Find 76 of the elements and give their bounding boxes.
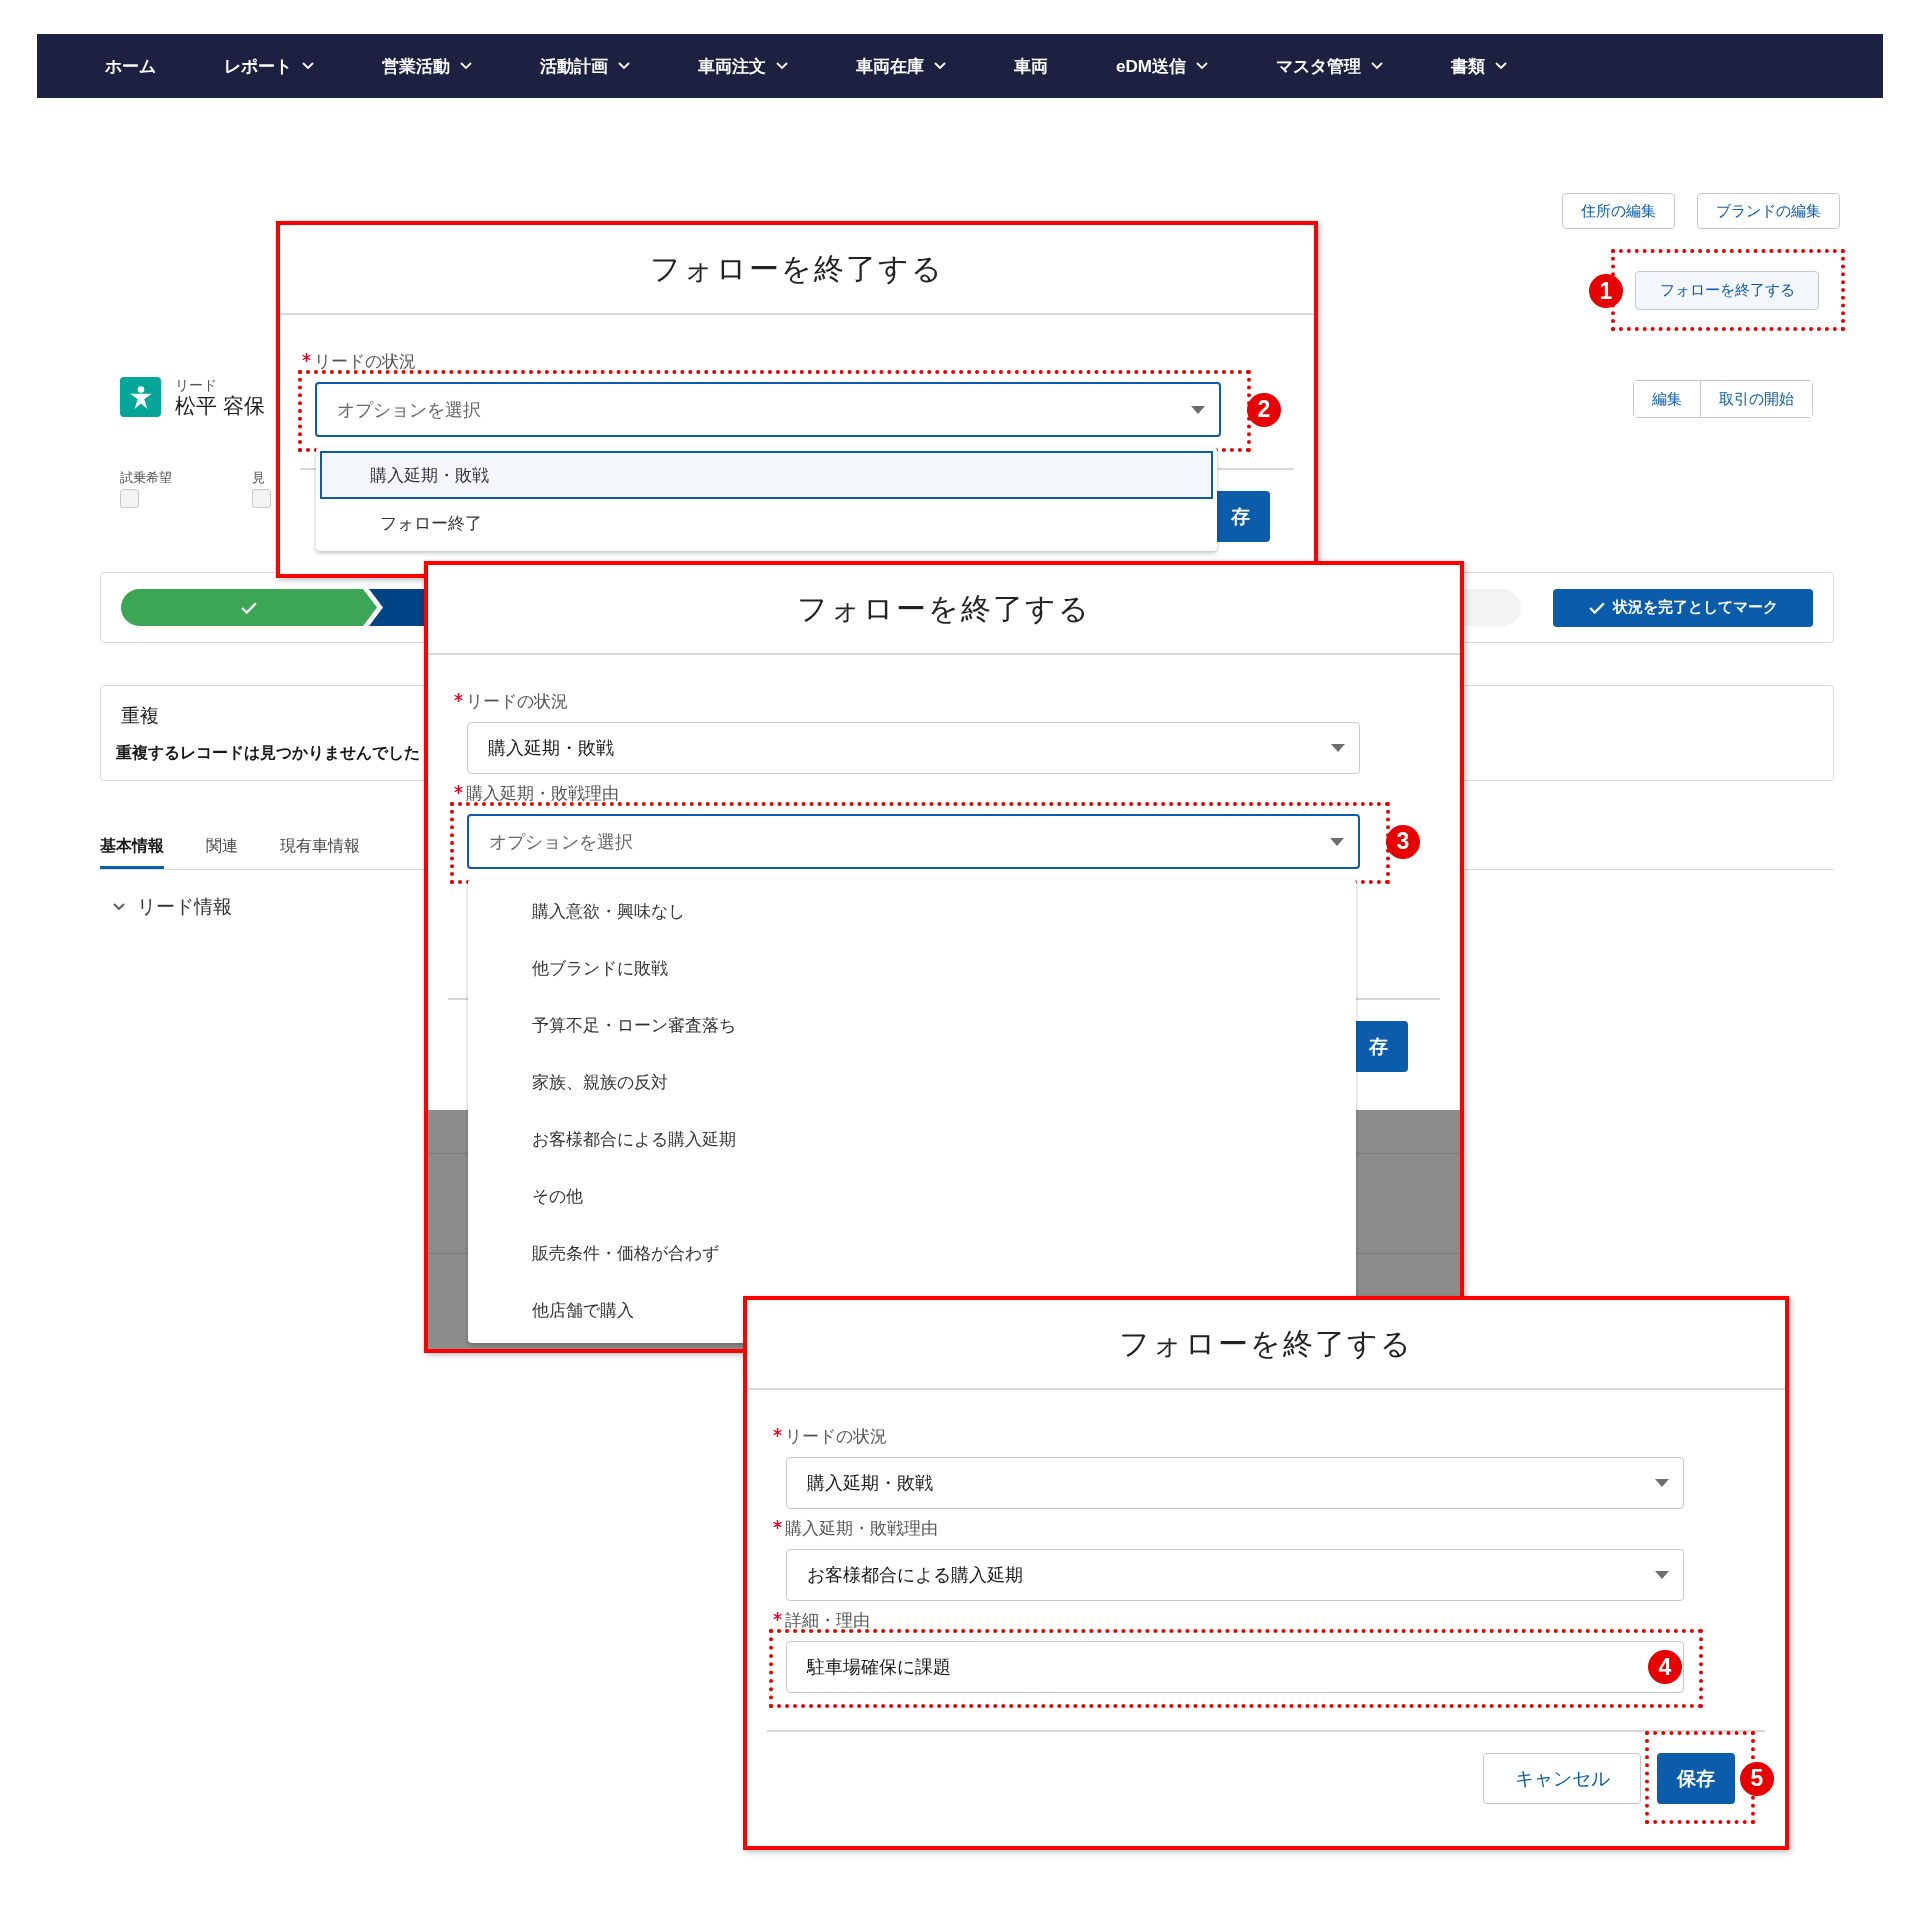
field-value: 購入延期・敗戦 xyxy=(807,1472,933,1495)
caret-icon xyxy=(1330,837,1344,846)
chevron-icon xyxy=(113,903,125,911)
tab[interactable]: 基本情報 xyxy=(100,827,164,869)
action-button[interactable]: 取引の開始 xyxy=(1700,381,1812,417)
chevron-icon xyxy=(934,62,946,70)
nav-item[interactable]: レポート xyxy=(224,54,314,78)
chevron-icon xyxy=(1370,62,1383,70)
select-field[interactable]: オプションを選択 xyxy=(315,382,1221,437)
object-label: リード xyxy=(175,377,218,393)
nav-item[interactable]: 車両 xyxy=(1014,54,1048,78)
checkbox[interactable] xyxy=(252,489,271,508)
field-label: 試乗希望 xyxy=(120,469,172,487)
dropdown-option[interactable]: その他 xyxy=(468,1168,1356,1225)
select-field[interactable]: 購入延期・敗戦 xyxy=(786,1457,1684,1509)
field-label: 詳細・理由 xyxy=(785,1611,870,1631)
caret-icon xyxy=(1191,405,1205,414)
action-button[interactable]: ブランドの編集 xyxy=(1697,193,1840,229)
follow-end-button[interactable]: フォローを終了する xyxy=(1635,271,1819,310)
nav-item[interactable]: マスタ管理 xyxy=(1275,54,1383,78)
select-field[interactable]: 購入延期・敗戦 xyxy=(467,722,1360,774)
caret-icon xyxy=(1655,1479,1669,1487)
nav-item[interactable]: 車両在庫 xyxy=(856,54,946,78)
field-value: 駐車場確保に課題 xyxy=(807,1656,951,1679)
check-icon xyxy=(1588,601,1605,614)
field-label: リードの状況 xyxy=(466,692,568,712)
field-value: お客様都合による購入延期 xyxy=(807,1564,1023,1587)
dropdown-option[interactable]: 購入意欲・興味なし xyxy=(468,883,1356,940)
record-name: 松平 容保 xyxy=(175,393,265,419)
tab[interactable]: 関連 xyxy=(206,827,238,869)
mark-complete-button[interactable]: 状況を完了としてマーク xyxy=(1553,588,1813,627)
field-label: 購入延期・敗戦理由 xyxy=(466,784,619,804)
field-label: リードの状況 xyxy=(785,1427,887,1447)
field-label: 見 xyxy=(252,469,266,487)
select-field[interactable]: オプションを選択 xyxy=(467,814,1360,869)
dialog-title: フォローを終了する xyxy=(1119,1325,1413,1362)
nav-item[interactable]: 車両注文 xyxy=(698,54,788,78)
dropdown-option[interactable]: 購入延期・敗戦 xyxy=(320,451,1213,499)
section-header[interactable]: リード情報 xyxy=(137,894,232,920)
field-label: リードの状況 xyxy=(314,352,416,372)
chevron-icon xyxy=(618,62,630,70)
field-placeholder: オプションを選択 xyxy=(337,398,481,422)
nav-item[interactable]: eDM送信 xyxy=(1116,54,1208,78)
step-badge: 3 xyxy=(1386,824,1420,859)
field-value: 購入延期・敗戦 xyxy=(488,737,614,760)
check-icon xyxy=(241,601,257,614)
dialog-title: フォローを終了する xyxy=(650,250,944,287)
chevron-icon xyxy=(776,62,788,70)
step-badge: 5 xyxy=(1740,1761,1774,1796)
dialog-title: フォローを終了する xyxy=(797,590,1091,627)
chevron-icon xyxy=(460,62,472,70)
nav-item[interactable]: ホーム xyxy=(105,54,156,78)
caret-icon xyxy=(1655,1571,1669,1579)
chevron-icon xyxy=(302,62,314,70)
select-field[interactable]: お客様都合による購入延期 xyxy=(786,1549,1684,1601)
field-placeholder: オプションを選択 xyxy=(489,830,633,854)
dropdown-option[interactable]: 他ブランドに敗戦 xyxy=(468,940,1356,997)
dropdown-option[interactable]: 販売条件・価格が合わず xyxy=(468,1225,1356,1282)
action-button[interactable]: 住所の編集 xyxy=(1562,193,1675,229)
dropdown-option[interactable]: お客様都合による購入延期 xyxy=(468,1111,1356,1168)
chevron-icon xyxy=(1195,62,1208,70)
field-label: 購入延期・敗戦理由 xyxy=(785,1519,938,1539)
step-badge: 1 xyxy=(1589,274,1623,308)
save-button[interactable]: 保存 xyxy=(1657,1753,1735,1804)
path-stage[interactable] xyxy=(121,589,377,626)
caret-icon xyxy=(1331,744,1345,752)
tab[interactable]: 現有車情報 xyxy=(280,827,360,869)
chevron-icon xyxy=(1494,62,1507,70)
lead-icon xyxy=(120,377,161,417)
nav-item[interactable]: 活動計画 xyxy=(540,54,630,78)
cancel-button[interactable]: キャンセル xyxy=(1483,1753,1641,1804)
card-message: 重複するレコードは見つかりませんでした xyxy=(116,742,420,763)
nav-item[interactable]: 書類 xyxy=(1450,54,1507,78)
checkbox[interactable] xyxy=(120,489,139,508)
step-badge: 2 xyxy=(1247,392,1281,427)
nav-item[interactable]: 営業活動 xyxy=(382,54,472,78)
